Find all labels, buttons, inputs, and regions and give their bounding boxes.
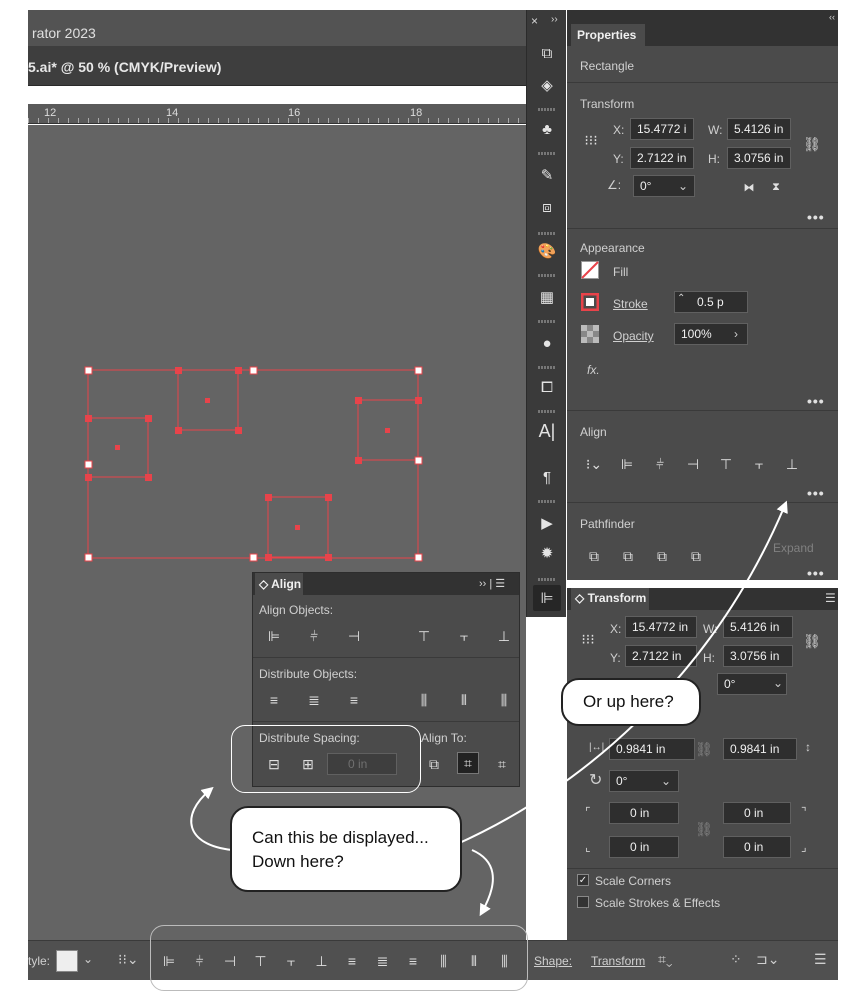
- callout-up: Or up here?: [561, 678, 701, 726]
- callout-down: Can this be displayed... Down here?: [230, 806, 462, 892]
